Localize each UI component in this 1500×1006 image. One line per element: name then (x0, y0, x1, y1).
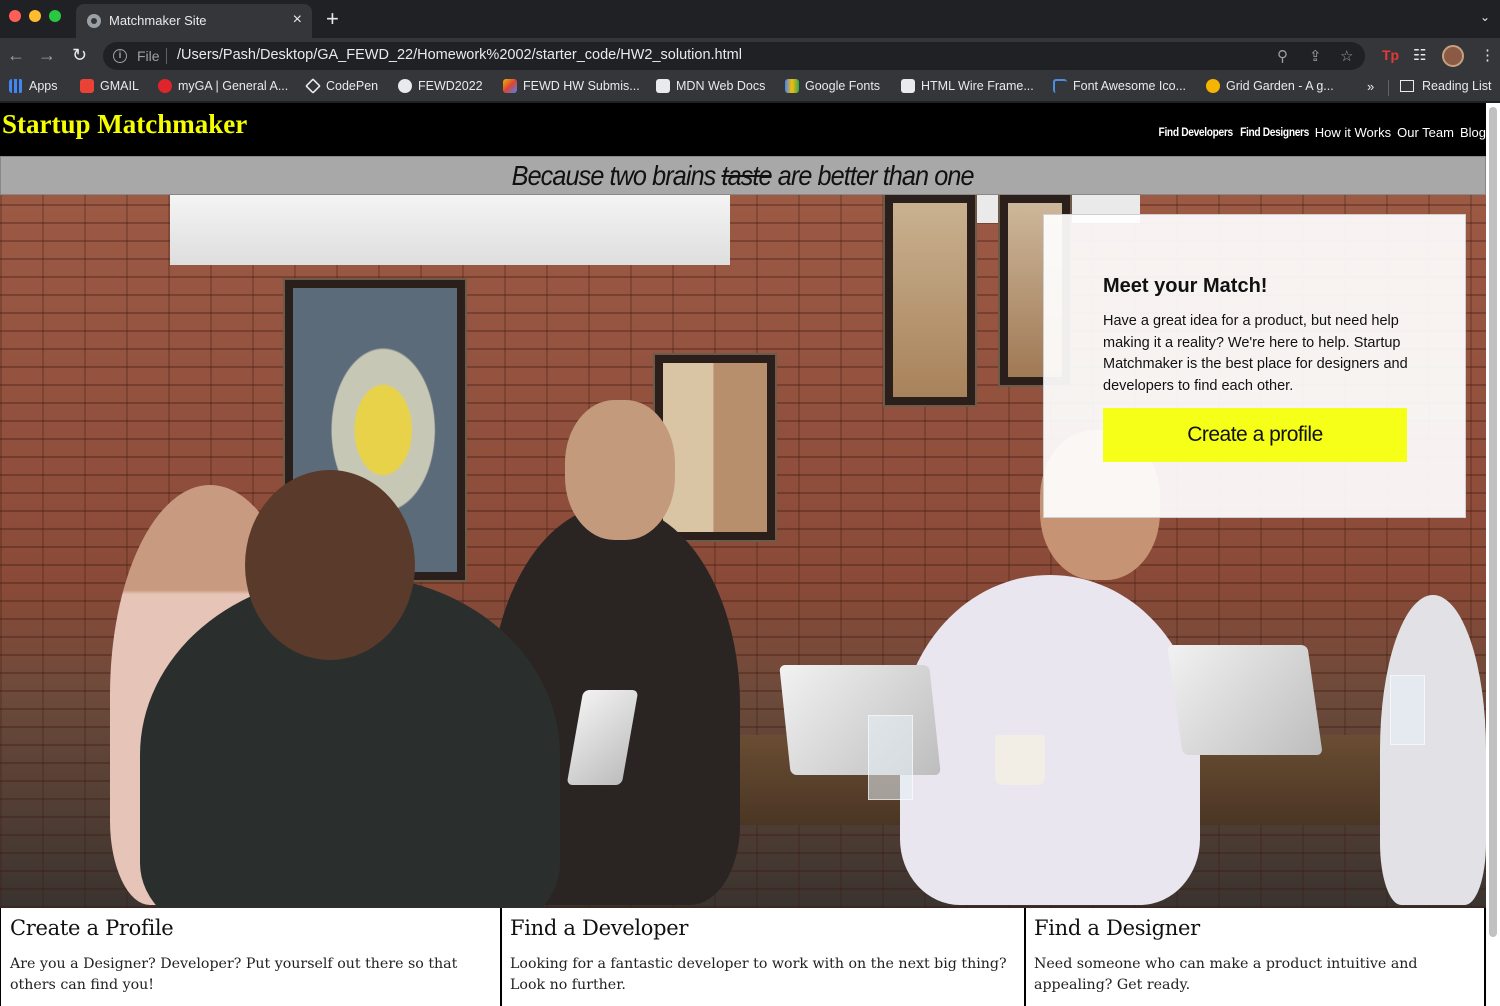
tab-matchmaker[interactable]: Matchmaker Site × (76, 4, 312, 38)
wireframe-icon (901, 79, 915, 93)
match-card-title: Meet your Match! (1103, 275, 1268, 297)
hero-image: Meet your Match! Have a great idea for a… (0, 195, 1486, 908)
mdn-icon (656, 79, 670, 93)
feature-title: Find a Developer (510, 916, 689, 940)
feature-title: Find a Designer (1034, 916, 1200, 940)
tagline: Because two brains taste are better than… (512, 160, 975, 191)
nav-how-it-works[interactable]: How it Works (1315, 125, 1391, 140)
more-menu-icon[interactable]: ⋮ (1480, 46, 1495, 64)
font-awesome-icon (1053, 79, 1067, 93)
chevron-down-icon[interactable]: ⌄ (1480, 10, 1490, 24)
bookmarks-overflow-icon[interactable]: » (1367, 79, 1374, 94)
apps-icon (9, 79, 23, 93)
new-tab-button[interactable]: + (326, 8, 339, 30)
framed-art (885, 195, 975, 405)
bookmark-grid-garden[interactable]: Grid Garden - A g... (1206, 79, 1334, 97)
bookmark-gmail[interactable]: GMAIL (80, 79, 139, 97)
share-icon[interactable]: ⇪ (1309, 47, 1322, 65)
forward-arrow-icon[interactable]: → (38, 44, 56, 66)
scrollbar-thumb[interactable] (1489, 107, 1497, 937)
close-window-button[interactable] (9, 10, 21, 22)
codepen-icon (305, 78, 321, 94)
person-center-head (565, 400, 675, 540)
tab-title: Matchmaker Site (109, 13, 207, 28)
globe-icon (87, 14, 101, 28)
match-card-body: Have a great idea for a product, but nee… (1103, 313, 1408, 394)
browser-toolbar: ← → ↻ i File /Users/Pash/Desktop/GA_FEWD… (0, 38, 1500, 74)
back-arrow-icon[interactable]: ← (7, 44, 25, 66)
person-foreground-head (245, 470, 415, 660)
bookmark-fewd2022[interactable]: FEWD2022 (398, 79, 483, 97)
person-right (900, 575, 1200, 905)
myga-icon (158, 79, 172, 93)
water-glass (868, 715, 913, 800)
page-scrollbar[interactable] (1486, 103, 1500, 1006)
bookmark-html-wireframe[interactable]: HTML Wire Frame... (901, 79, 1034, 97)
minimize-window-button[interactable] (29, 10, 41, 22)
features-row: Create a Profile Are you a Designer? Dev… (0, 908, 1486, 1006)
window (170, 195, 730, 265)
divider (166, 48, 167, 64)
divider (1388, 80, 1389, 96)
nav-our-team[interactable]: Our Team (1397, 125, 1454, 140)
nav-find-developers[interactable]: Find Developers (1159, 125, 1234, 140)
laptop (779, 665, 941, 775)
site-logo[interactable]: Startup Matchmaker (2, 109, 247, 140)
google-fonts-icon (785, 79, 799, 93)
site-header: Startup Matchmaker Find Developers Find … (0, 103, 1486, 156)
info-icon[interactable]: i (113, 49, 127, 63)
bookmark-mdn[interactable]: MDN Web Docs (656, 79, 765, 97)
tagline-struck-word: taste (721, 160, 773, 191)
feature-title: Create a Profile (10, 916, 174, 940)
bookmark-apps[interactable]: Apps (9, 79, 58, 97)
bookmark-fewd-hw[interactable]: FEWD HW Submis... (503, 79, 640, 97)
fewd-hw-icon (503, 79, 517, 93)
bookmark-google-fonts[interactable]: Google Fonts (785, 79, 880, 97)
gmail-icon (80, 79, 94, 93)
feature-text: Looking for a fantastic developer to wor… (510, 956, 1007, 993)
tp-extension-icon[interactable]: Tp (1382, 47, 1399, 63)
tagline-bar: Because two brains taste are better than… (0, 156, 1486, 195)
bookmarks-bar: Apps GMAIL myGA | General A... CodePen F… (0, 74, 1500, 102)
page-viewport: Startup Matchmaker Find Developers Find … (0, 103, 1500, 1006)
scheme-label: File (137, 48, 160, 64)
bookmark-codepen[interactable]: CodePen (305, 78, 378, 97)
grid-garden-icon (1206, 79, 1220, 93)
site-nav: Find Developers Find Designers How it Wo… (1158, 125, 1486, 140)
water-glass (1390, 675, 1425, 745)
reading-list-icon (1400, 80, 1414, 92)
feature-text: Are you a Designer? Developer? Put yours… (10, 956, 458, 993)
close-tab-icon[interactable]: × (293, 11, 302, 29)
nav-blog[interactable]: Blog (1460, 125, 1486, 140)
bookmark-myga[interactable]: myGA | General A... (158, 79, 288, 97)
meet-your-match-card: Meet your Match! Have a great idea for a… (1043, 214, 1466, 518)
bookmark-font-awesome[interactable]: Font Awesome Ico... (1053, 79, 1186, 97)
zoom-window-button[interactable] (49, 10, 61, 22)
laptop (1167, 645, 1323, 755)
reading-list-button[interactable]: Reading List (1400, 79, 1492, 97)
profile-avatar[interactable] (1442, 45, 1464, 67)
github-icon (398, 79, 412, 93)
nav-find-designers[interactable]: Find Designers (1240, 125, 1309, 140)
create-profile-button[interactable]: Create a profile (1103, 408, 1407, 462)
zoom-icon[interactable]: ⚲ (1277, 47, 1288, 65)
tab-strip: Matchmaker Site × + ⌄ (0, 0, 1500, 38)
extensions-puzzle-icon[interactable]: ☷ (1413, 46, 1426, 64)
coffee-cup (995, 735, 1045, 785)
feature-create-profile: Create a Profile Are you a Designer? Dev… (0, 908, 500, 1006)
feature-text: Need someone who can make a product intu… (1034, 956, 1418, 993)
person-far-right (1380, 595, 1486, 905)
address-bar[interactable]: i File /Users/Pash/Desktop/GA_FEWD_22/Ho… (103, 42, 1365, 70)
reload-icon[interactable]: ↻ (72, 44, 87, 66)
url-text[interactable]: /Users/Pash/Desktop/GA_FEWD_22/Homework%… (177, 47, 742, 63)
feature-find-developer: Find a Developer Looking for a fantastic… (500, 908, 1024, 1006)
star-icon[interactable]: ☆ (1340, 47, 1353, 65)
tagline-highlight-word: are (778, 160, 813, 191)
feature-find-designer: Find a Designer Need someone who can mak… (1024, 908, 1486, 1006)
